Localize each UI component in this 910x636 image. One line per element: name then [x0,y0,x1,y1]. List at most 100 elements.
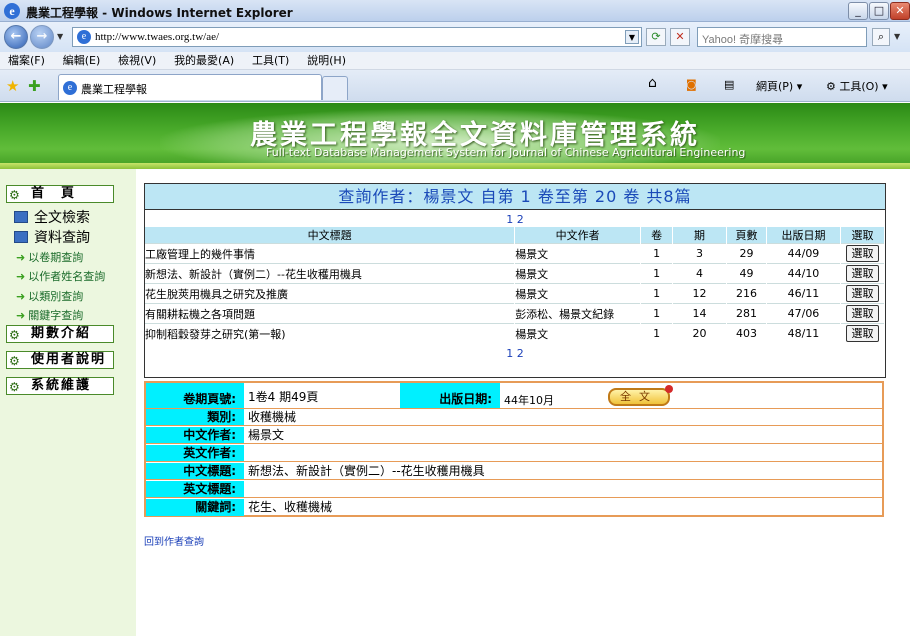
address-toolbar: ← → ▼ e http://www.twaes.org.tw/ae/ ▼ ⟳ … [0,22,910,52]
row-date: 44/09 [766,243,841,264]
back-to-author-query-link[interactable]: 回到作者查詢 [144,533,204,548]
select-button[interactable]: 選取 [845,265,879,282]
detail-volume-value: 1卷4 期49頁 [248,390,319,404]
page-link-2[interactable]: 2 [517,213,524,226]
col-issue: 期 [672,227,728,244]
page-menu-label: 網頁(P) [756,80,794,93]
select-button[interactable]: 選取 [845,305,879,322]
arrow-icon: ➜ [16,309,26,322]
search-go-icon[interactable]: ⌕ [872,28,890,46]
row-select-cell: 選取 [840,283,886,304]
window-title: 農業工程學報 - Windows Internet Explorer [26,6,293,20]
fulltext-button[interactable]: 全文 [608,385,673,406]
detail-row-cn-title: 中文標題: 新想法、新設計（實例二）--花生收穫用機具 [146,463,882,480]
sidebar-link-author-label[interactable]: 以作者姓名查詢 [28,270,105,283]
monitor-icon [14,231,28,243]
select-button[interactable]: 選取 [845,245,879,262]
row-select-cell: 選取 [840,243,886,264]
sidebar-home[interactable]: ⚙ 首 頁 [6,185,114,203]
ie-logo-icon: e [4,3,20,19]
search-options-icon[interactable]: ▼ [894,32,900,41]
home-icon[interactable]: ⌂ [648,75,657,91]
arrow-icon: ➜ [16,251,26,264]
close-window-button[interactable]: ✕ [890,2,910,20]
sidebar-link-author[interactable]: ➜ 以作者姓名查詢 [16,268,105,284]
select-button[interactable]: 選取 [845,325,879,343]
sidebar-maintenance[interactable]: ⚙ 系統維護 [6,377,114,395]
history-dropdown-icon[interactable]: ▼ [57,32,63,41]
menu-view[interactable]: 檢視(V) [118,52,156,70]
banner-subtitle: Full-text Database Management System for… [266,146,746,159]
row-volume: 1 [640,303,674,324]
sidebar-link-keyword[interactable]: ➜ 關鍵字查詢 [16,307,83,323]
detail-cn-author-value: 楊景文 [248,428,285,442]
url-dropdown-icon[interactable]: ▼ [625,30,639,44]
detail-volume-label: 卷期頁號: [146,383,244,408]
alert-dot-icon [665,385,673,393]
sidebar: ⚙ 首 頁 全文檢索 資料查詢 ➜ 以卷期查詢 ➜ 以作者姓名查詢 ➜ 以類別查詢 ➜… [0,169,136,636]
sidebar-link-category[interactable]: ➜ 以類別查詢 [16,288,83,304]
forward-button[interactable]: → [30,25,54,49]
sidebar-link-volume[interactable]: ➜ 以卷期查詢 [16,249,83,265]
row-issue: 4 [672,263,728,284]
minimize-button[interactable]: _ [848,2,868,20]
select-button[interactable]: 選取 [845,285,879,302]
col-pages: 頁數 [726,227,767,244]
menu-help[interactable]: 說明(H) [307,52,346,70]
sidebar-guide-label: 使用者說明 [31,352,107,367]
row-volume: 1 [640,263,674,284]
maximize-button[interactable]: □ [869,2,889,20]
detail-keywords-value: 花生、收穫機械 [248,500,333,514]
row-author: 彭添松、楊景文紀錄 [514,303,642,324]
menu-file[interactable]: 檔案(F) [8,52,45,70]
back-button[interactable]: ← [4,25,28,49]
page-link-1[interactable]: 1 [506,347,513,360]
site-banner: 農業工程學報全文資料庫管理系統 Full-text Database Manag… [0,103,910,169]
detail-keywords-label: 關鍵詞: [146,499,244,516]
row-date: 48/11 [766,323,841,344]
add-favorite-icon[interactable]: ✚ [28,77,41,95]
url-field[interactable]: e http://www.twaes.org.tw/ae/ ▼ [72,27,642,47]
new-tab-button[interactable] [322,76,348,100]
row-author: 楊景文 [514,283,642,304]
page-menu[interactable]: 網頁(P) ▾ [756,78,802,94]
feeds-icon[interactable]: ◙ [686,78,697,91]
url-text: http://www.twaes.org.tw/ae/ [95,31,220,43]
menu-tools[interactable]: 工具(T) [252,52,289,70]
print-icon[interactable]: ▤ [724,78,734,91]
refresh-icon[interactable]: ⟳ [646,28,666,46]
main-content: 查詢作者：楊景文 自第 1 卷至第 20 卷 共8篇 1 2 中文標題 中文作者… [136,169,910,636]
row-issue: 3 [672,243,728,264]
detail-row-keywords: 關鍵詞: 花生、收穫機械 [146,499,882,516]
gear-icon: ⚙ [9,354,20,368]
table-row: 工廠管理上的幾件事情 楊景文 1 3 29 44/09 選取 [145,243,886,264]
sidebar-query[interactable]: 資料查詢 [14,227,90,247]
tab-current[interactable]: e 農業工程學報 [58,74,322,100]
sidebar-link-volume-label[interactable]: 以卷期查詢 [28,251,83,264]
page-link-2[interactable]: 2 [517,347,524,360]
stop-icon[interactable]: ✕ [670,28,690,46]
results-table: 中文標題 中文作者 卷 期 頁數 出版日期 選取 工廠管理上的幾件事情 楊景文 … [145,227,886,344]
sidebar-issues[interactable]: ⚙ 期數介紹 [6,325,114,343]
detail-cn-title-value: 新想法、新設計（實例二）--花生收穫用機具 [248,464,485,478]
row-select-cell: 選取 [840,323,886,344]
pager-top: 1 2 [145,213,885,226]
sidebar-guide[interactable]: ⚙ 使用者說明 [6,351,114,369]
gear-icon: ⚙ [9,328,20,342]
row-date: 44/10 [766,263,841,284]
row-select-cell: 選取 [840,263,886,284]
favorites-star-icon[interactable]: ★ [6,77,19,95]
menu-favorites[interactable]: 我的最愛(A) [174,52,234,70]
row-title: 新想法、新設計（實例二）--花生收穫用機具 [145,263,516,284]
detail-row-volume: 卷期頁號: 1卷4 期49頁 出版日期: 44年10月 全文 [146,383,882,409]
sidebar-fulltext[interactable]: 全文檢索 [14,207,90,227]
row-title: 花生脫莢用機具之研究及推廣 [145,283,516,304]
menu-edit[interactable]: 編輯(E) [63,52,101,70]
article-detail-panel: 卷期頁號: 1卷4 期49頁 出版日期: 44年10月 全文 類別: 收穫機械 … [144,381,884,517]
tools-menu[interactable]: ⚙ 工具(O) ▾ [826,78,888,94]
page-link-1[interactable]: 1 [506,213,513,226]
sidebar-link-category-label[interactable]: 以類別查詢 [28,290,83,303]
sidebar-link-keyword-label[interactable]: 關鍵字查詢 [28,309,83,322]
row-title: 工廠管理上的幾件事情 [145,243,516,264]
search-input[interactable]: Yahoo! 奇摩搜尋 [697,27,867,47]
